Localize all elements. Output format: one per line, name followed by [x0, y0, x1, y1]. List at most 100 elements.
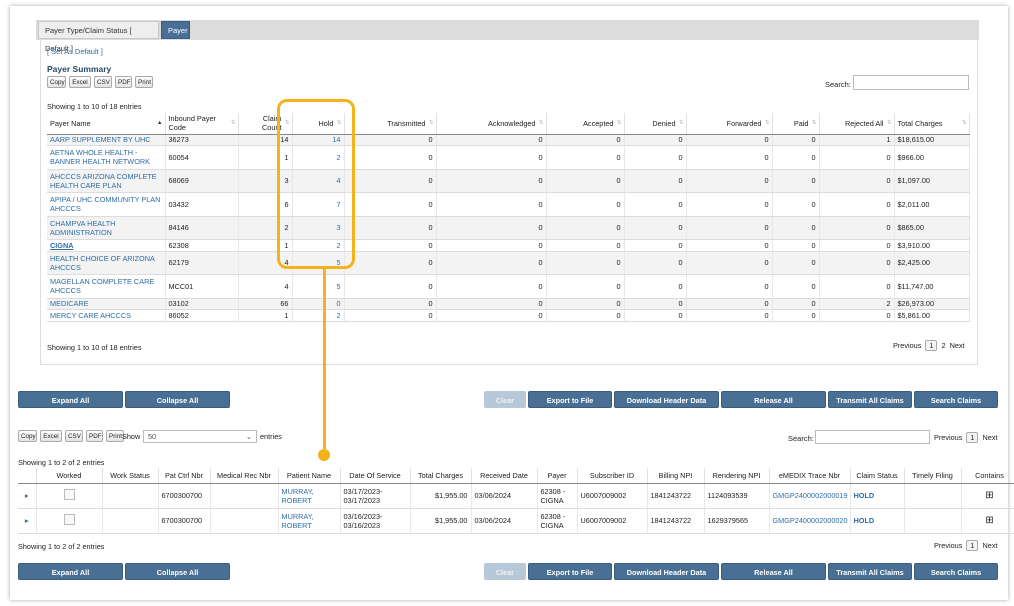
claims-col-payer[interactable]: Payer: [537, 468, 578, 484]
summary-cell: 60054: [165, 145, 239, 170]
claims-col-contains[interactable]: Contains: [961, 468, 1014, 484]
claims-prev-button[interactable]: Previous: [934, 433, 962, 442]
claim-patient[interactable]: MURRAY, ROBERT: [278, 483, 341, 509]
bottom-clear-button[interactable]: Clear: [484, 563, 526, 580]
summary-copy-button[interactable]: Copy: [47, 76, 66, 88]
top-clear-button[interactable]: Clear: [484, 391, 526, 408]
summary-cell: 0: [624, 134, 687, 146]
summary-cell: $865.00: [894, 216, 970, 240]
claims-col-emedix-trace-nbr[interactable]: eMEDIX Trace Nbr: [769, 468, 851, 484]
summary-col-accepted[interactable]: Accepted ⇅: [546, 113, 625, 135]
claims-col-work-status[interactable]: Work Status: [102, 468, 159, 484]
tab-payer-type-claim-status[interactable]: Payer Type/Claim Status [ Default ]: [38, 21, 159, 53]
summary-next-button[interactable]: Next: [950, 341, 965, 350]
claims-csv-button[interactable]: CSV: [65, 430, 83, 442]
top-collapse-all-button[interactable]: Collapse All: [125, 391, 230, 408]
claims-col-billing-npi[interactable]: Billing NPI: [647, 468, 705, 484]
payer-name-link[interactable]: MAGELLAN COMPLETE CARE AHCCCS: [47, 274, 166, 299]
payer-name-link[interactable]: APIPA / UHC COMMUNITY PLAN AHCCCS: [47, 192, 166, 217]
payer-name-link[interactable]: MEDICARE: [47, 298, 166, 310]
bottom-transmit-all-claims-button[interactable]: Transmit All Claims: [828, 563, 912, 580]
claims-col-rendering-npi[interactable]: Rendering NPI: [704, 468, 770, 484]
summary-search-input[interactable]: [853, 75, 969, 90]
summary-pdf-button[interactable]: PDF: [115, 76, 132, 88]
claims-col-date-of-service[interactable]: Date Of Service: [340, 468, 411, 484]
payer-name-link[interactable]: AETNA WHOLE HEALTH - BANNER HEALTH NETWO…: [47, 145, 166, 170]
top-search-claims-button[interactable]: Search Claims: [914, 391, 998, 408]
bottom-expand-all-button[interactable]: Expand All: [18, 563, 123, 580]
grid-icon[interactable]: ⊞: [985, 490, 993, 501]
summary-excel-button[interactable]: Excel: [69, 76, 91, 88]
top-transmit-all-claims-button[interactable]: Transmit All Claims: [828, 391, 912, 408]
claims-col-claim-status[interactable]: Claim Status: [850, 468, 905, 484]
payer-name-link[interactable]: MERCY CARE AHCCCS: [47, 309, 166, 322]
summary-col-total-charges[interactable]: Total Charges ⇅: [894, 113, 970, 135]
payer-name-link[interactable]: CHAMPVA HEALTH ADMINISTRATION: [47, 216, 166, 240]
summary-col-payer-name[interactable]: Payer Name ▲: [47, 113, 166, 135]
claims-next-button[interactable]: Next: [983, 433, 998, 442]
summary-col-transmitted[interactable]: Transmitted ⇅: [344, 113, 437, 135]
summary-col-denied[interactable]: Denied ⇅: [624, 113, 687, 135]
payer-name-link[interactable]: HEALTH CHOICE OF ARIZONA AHCCCS: [47, 251, 166, 275]
claims-excel-button[interactable]: Excel: [40, 430, 62, 442]
claims-col-expander[interactable]: [18, 468, 37, 484]
bottom-release-all-button[interactable]: Release All: [721, 563, 826, 580]
hold-count-link[interactable]: 0: [292, 298, 345, 310]
hold-count-link[interactable]: 2: [292, 309, 345, 322]
claims-col-received-date[interactable]: Received Date: [471, 468, 538, 484]
top-release-all-button[interactable]: Release All: [721, 391, 826, 408]
summary-col-forwarded[interactable]: Forwarded ⇅: [686, 113, 773, 135]
summary-print-button[interactable]: Print: [135, 76, 153, 88]
summary-page-2[interactable]: 2: [942, 341, 946, 350]
bottom-download-header-data-button[interactable]: Download Header Data: [614, 563, 719, 580]
expand-row-icon[interactable]: ▸: [18, 508, 37, 534]
summary-cell: 0: [686, 169, 773, 193]
bottom-export-to-file-button[interactable]: Export to File: [528, 563, 612, 580]
claim-patient[interactable]: MURRAY, ROBERT: [278, 508, 341, 534]
bottom-collapse-all-button[interactable]: Collapse All: [125, 563, 230, 580]
claims-page-1[interactable]: 1: [966, 432, 979, 443]
claims-search-input[interactable]: [815, 430, 930, 444]
grid-icon[interactable]: ⊞: [985, 515, 993, 526]
claim-status[interactable]: HOLD: [850, 508, 905, 534]
payer-name-link[interactable]: CIGNA: [47, 239, 166, 252]
top-export-to-file-button[interactable]: Export to File: [528, 391, 612, 408]
top-download-header-data-button[interactable]: Download Header Data: [614, 391, 719, 408]
worked-checkbox[interactable]: [63, 514, 75, 525]
summary-col-inbound-payer-code[interactable]: Inbound Payer Code ⇅: [165, 113, 239, 135]
tab-payer[interactable]: Payer: [161, 21, 190, 39]
claim-status[interactable]: HOLD: [850, 483, 905, 509]
expand-row-icon[interactable]: ▸: [18, 483, 37, 509]
summary-cell: 0: [772, 134, 820, 146]
bottom-search-claims-button[interactable]: Search Claims: [914, 563, 998, 580]
claims-col-patient-name[interactable]: Patient Name: [278, 468, 341, 484]
summary-col-rejected-all[interactable]: Rejected All ⇅: [819, 113, 895, 135]
hold-count-link[interactable]: 5: [292, 274, 345, 299]
claims-page-1-bottom[interactable]: 1: [966, 540, 979, 551]
summary-page-1[interactable]: 1: [925, 340, 938, 351]
summary-col-acknowledged[interactable]: Acknowledged ⇅: [436, 113, 547, 135]
summary-prev-button[interactable]: Previous: [893, 341, 921, 350]
worked-checkbox[interactable]: [63, 489, 75, 500]
claims-copy-button[interactable]: Copy: [18, 430, 37, 442]
claims-next-button-bottom[interactable]: Next: [983, 541, 998, 550]
summary-cell: 0: [819, 251, 895, 275]
claims-col-subscriber-id[interactable]: Subscriber ID: [577, 468, 648, 484]
top-expand-all-button[interactable]: Expand All: [18, 391, 123, 408]
claims-col-timely-filing[interactable]: Timely Filing: [904, 468, 962, 484]
claims-prev-button-bottom[interactable]: Previous: [934, 541, 962, 550]
column-label: Accepted: [583, 118, 614, 128]
payer-name-link[interactable]: AHCCCS ARIZONA COMPLETE HEALTH CARE PLAN: [47, 169, 166, 193]
claims-col-total-charges[interactable]: Total Charges: [410, 468, 472, 484]
claims-col-medical-rec-nbr[interactable]: Medical Rec Nbr: [210, 468, 279, 484]
claims-col-pat-ctrl-nbr[interactable]: Pat Ctrl Nbr: [158, 468, 211, 484]
claims-col-worked[interactable]: Worked: [36, 468, 103, 484]
claim-trace[interactable]: GMGP2400002000020: [769, 508, 851, 534]
summary-col-paid[interactable]: Paid ⇅: [772, 113, 820, 135]
claim-trace[interactable]: GMGP2400002000019: [769, 483, 851, 509]
set-as-default-link[interactable]: [ Set As Default ]: [47, 47, 103, 56]
claims-pdf-button[interactable]: PDF: [86, 430, 103, 442]
summary-csv-button[interactable]: CSV: [94, 76, 112, 88]
page-length-select[interactable]: 50 ⌄: [143, 430, 257, 443]
payer-name-link[interactable]: AARP SUPPLEMENT BY UHC: [47, 134, 166, 146]
